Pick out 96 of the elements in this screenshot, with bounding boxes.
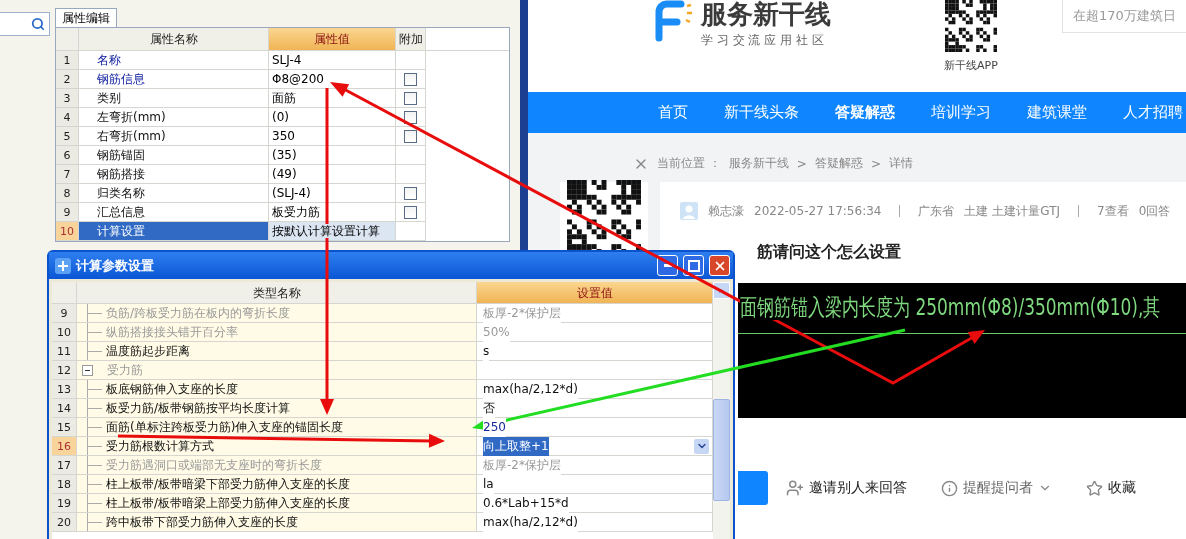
breadcrumb-separator: > xyxy=(796,156,807,171)
row-number: 20 xyxy=(52,513,77,532)
property-name[interactable]: 左弯折(mm) xyxy=(79,108,269,127)
row-number: 3 xyxy=(56,89,79,108)
info-icon xyxy=(941,479,958,497)
row-number: 6 xyxy=(56,146,79,165)
property-value[interactable]: 板受力筋 xyxy=(269,203,396,222)
column-header: 附加 xyxy=(396,28,426,51)
qr-label: 新干线APP xyxy=(944,58,998,73)
column-header: 类型名称 xyxy=(77,282,477,304)
row-number: 5 xyxy=(56,127,79,146)
header-cell xyxy=(52,282,77,304)
row-number: 16 xyxy=(52,437,77,456)
property-name[interactable]: 名称 xyxy=(79,51,269,70)
cad-text: 面钢筋锚入梁内长度为 250mm(Φ8)/350mm(Φ10),其 xyxy=(740,293,1161,320)
row-number: 13 xyxy=(52,380,77,399)
nav-item[interactable]: 人才招聘 xyxy=(1123,103,1183,122)
column-header: 设置值 xyxy=(477,282,713,304)
qr-code xyxy=(945,0,997,52)
action-button[interactable]: 邀请别人来回答 xyxy=(780,478,913,498)
property-value[interactable]: (0) xyxy=(269,108,396,127)
logo-title: 服务新干线 xyxy=(701,0,831,28)
property-name[interactable]: 归类名称 xyxy=(79,184,269,203)
row-number: 9 xyxy=(52,304,77,323)
property-value[interactable]: 面筋 xyxy=(269,89,396,108)
property-value[interactable]: 350 xyxy=(269,127,396,146)
property-value[interactable]: (SLJ-4) xyxy=(269,184,396,203)
row-number: 11 xyxy=(52,342,77,361)
author-name[interactable]: 赖志濠 xyxy=(708,202,744,220)
maximize-icon xyxy=(687,259,700,272)
search-field[interactable] xyxy=(0,12,50,36)
location: 广东省 xyxy=(918,202,955,220)
row-number: 10 xyxy=(56,222,79,241)
nav-item[interactable]: 新干线头条 xyxy=(724,103,799,122)
property-value[interactable]: 按默认计算设置计算 xyxy=(269,222,396,241)
logo-icon xyxy=(655,0,695,42)
nav-item[interactable]: 培训学习 xyxy=(931,103,991,122)
scroll-thumb[interactable] xyxy=(713,399,730,501)
row-number: 7 xyxy=(56,165,79,184)
row-number: 9 xyxy=(56,203,79,222)
row-number: 2 xyxy=(56,70,79,89)
row-number: 4 xyxy=(56,108,79,127)
parameter-name[interactable]: 温度筋起步距离 xyxy=(77,342,477,361)
maximize-button[interactable] xyxy=(683,255,704,276)
property-name[interactable]: 钢筋搭接 xyxy=(79,165,269,184)
answer-count: 0回答 xyxy=(1138,202,1171,220)
property-tab[interactable]: 属性编辑 xyxy=(55,8,117,27)
property-value[interactable]: SLJ-4 xyxy=(269,51,396,70)
property-name[interactable]: 汇总信息 xyxy=(79,203,269,222)
user-plus-icon xyxy=(786,479,804,497)
row-number: 14 xyxy=(52,399,77,418)
property-name[interactable]: 类别 xyxy=(79,89,269,108)
property-name[interactable]: 右弯折(mm) xyxy=(79,127,269,146)
checkbox[interactable] xyxy=(404,186,417,200)
checkbox[interactable] xyxy=(404,205,417,219)
post-time: 2022-05-27 17:56:34 xyxy=(754,204,882,218)
column-header: 属性名称 xyxy=(79,28,269,51)
star-icon xyxy=(1086,479,1103,497)
property-value[interactable]: Φ8@200 xyxy=(269,70,396,89)
row-number: 18 xyxy=(52,475,77,494)
breadcrumb-separator: > xyxy=(870,156,881,171)
nav-item[interactable]: 首页 xyxy=(658,103,688,122)
logo-subtitle: 学 习 交 流 应 用 社 区 xyxy=(701,32,825,49)
dialog-title: 计算参数设置 xyxy=(76,256,155,275)
checkbox[interactable] xyxy=(404,129,417,143)
row-number: 19 xyxy=(52,494,77,513)
property-value[interactable]: (49) xyxy=(269,165,396,184)
checkbox[interactable] xyxy=(404,72,417,86)
checkbox[interactable] xyxy=(404,91,417,105)
header-cell xyxy=(56,28,79,51)
question-title: 筋请问这个怎么设置 xyxy=(757,242,902,263)
parameter-value[interactable]: s xyxy=(477,342,713,361)
minimize-icon xyxy=(663,264,672,267)
close-button[interactable] xyxy=(709,255,730,276)
row-number: 8 xyxy=(56,184,79,203)
avatar-icon xyxy=(680,202,698,220)
tags: 土建 土建计量GTJ xyxy=(964,202,1060,220)
property-name[interactable]: 计算设置 xyxy=(79,222,269,241)
property-name[interactable]: 钢筋锚固 xyxy=(79,146,269,165)
nav-item[interactable]: 建筑课堂 xyxy=(1027,103,1087,122)
action-button[interactable]: 收藏 xyxy=(1080,478,1142,498)
property-value[interactable]: (35) xyxy=(269,146,396,165)
row-number: 1 xyxy=(56,51,79,70)
property-name[interactable]: 钢筋信息 xyxy=(79,70,269,89)
checkbox[interactable] xyxy=(404,110,417,124)
column-header: 属性值 xyxy=(269,28,396,51)
app-icon xyxy=(55,257,71,274)
row-number: 17 xyxy=(52,456,77,475)
row-number: 10 xyxy=(52,323,77,342)
nav-item[interactable]: 答疑解惑 xyxy=(835,103,895,122)
row-number: 15 xyxy=(52,418,77,437)
action-button[interactable]: 提醒提问者 xyxy=(935,478,1058,498)
search-icon xyxy=(31,17,45,31)
breadcrumb-label: 当前位置 ： xyxy=(657,155,721,172)
view-count: 7查看 xyxy=(1097,202,1129,220)
row-number: 12 xyxy=(52,361,77,380)
